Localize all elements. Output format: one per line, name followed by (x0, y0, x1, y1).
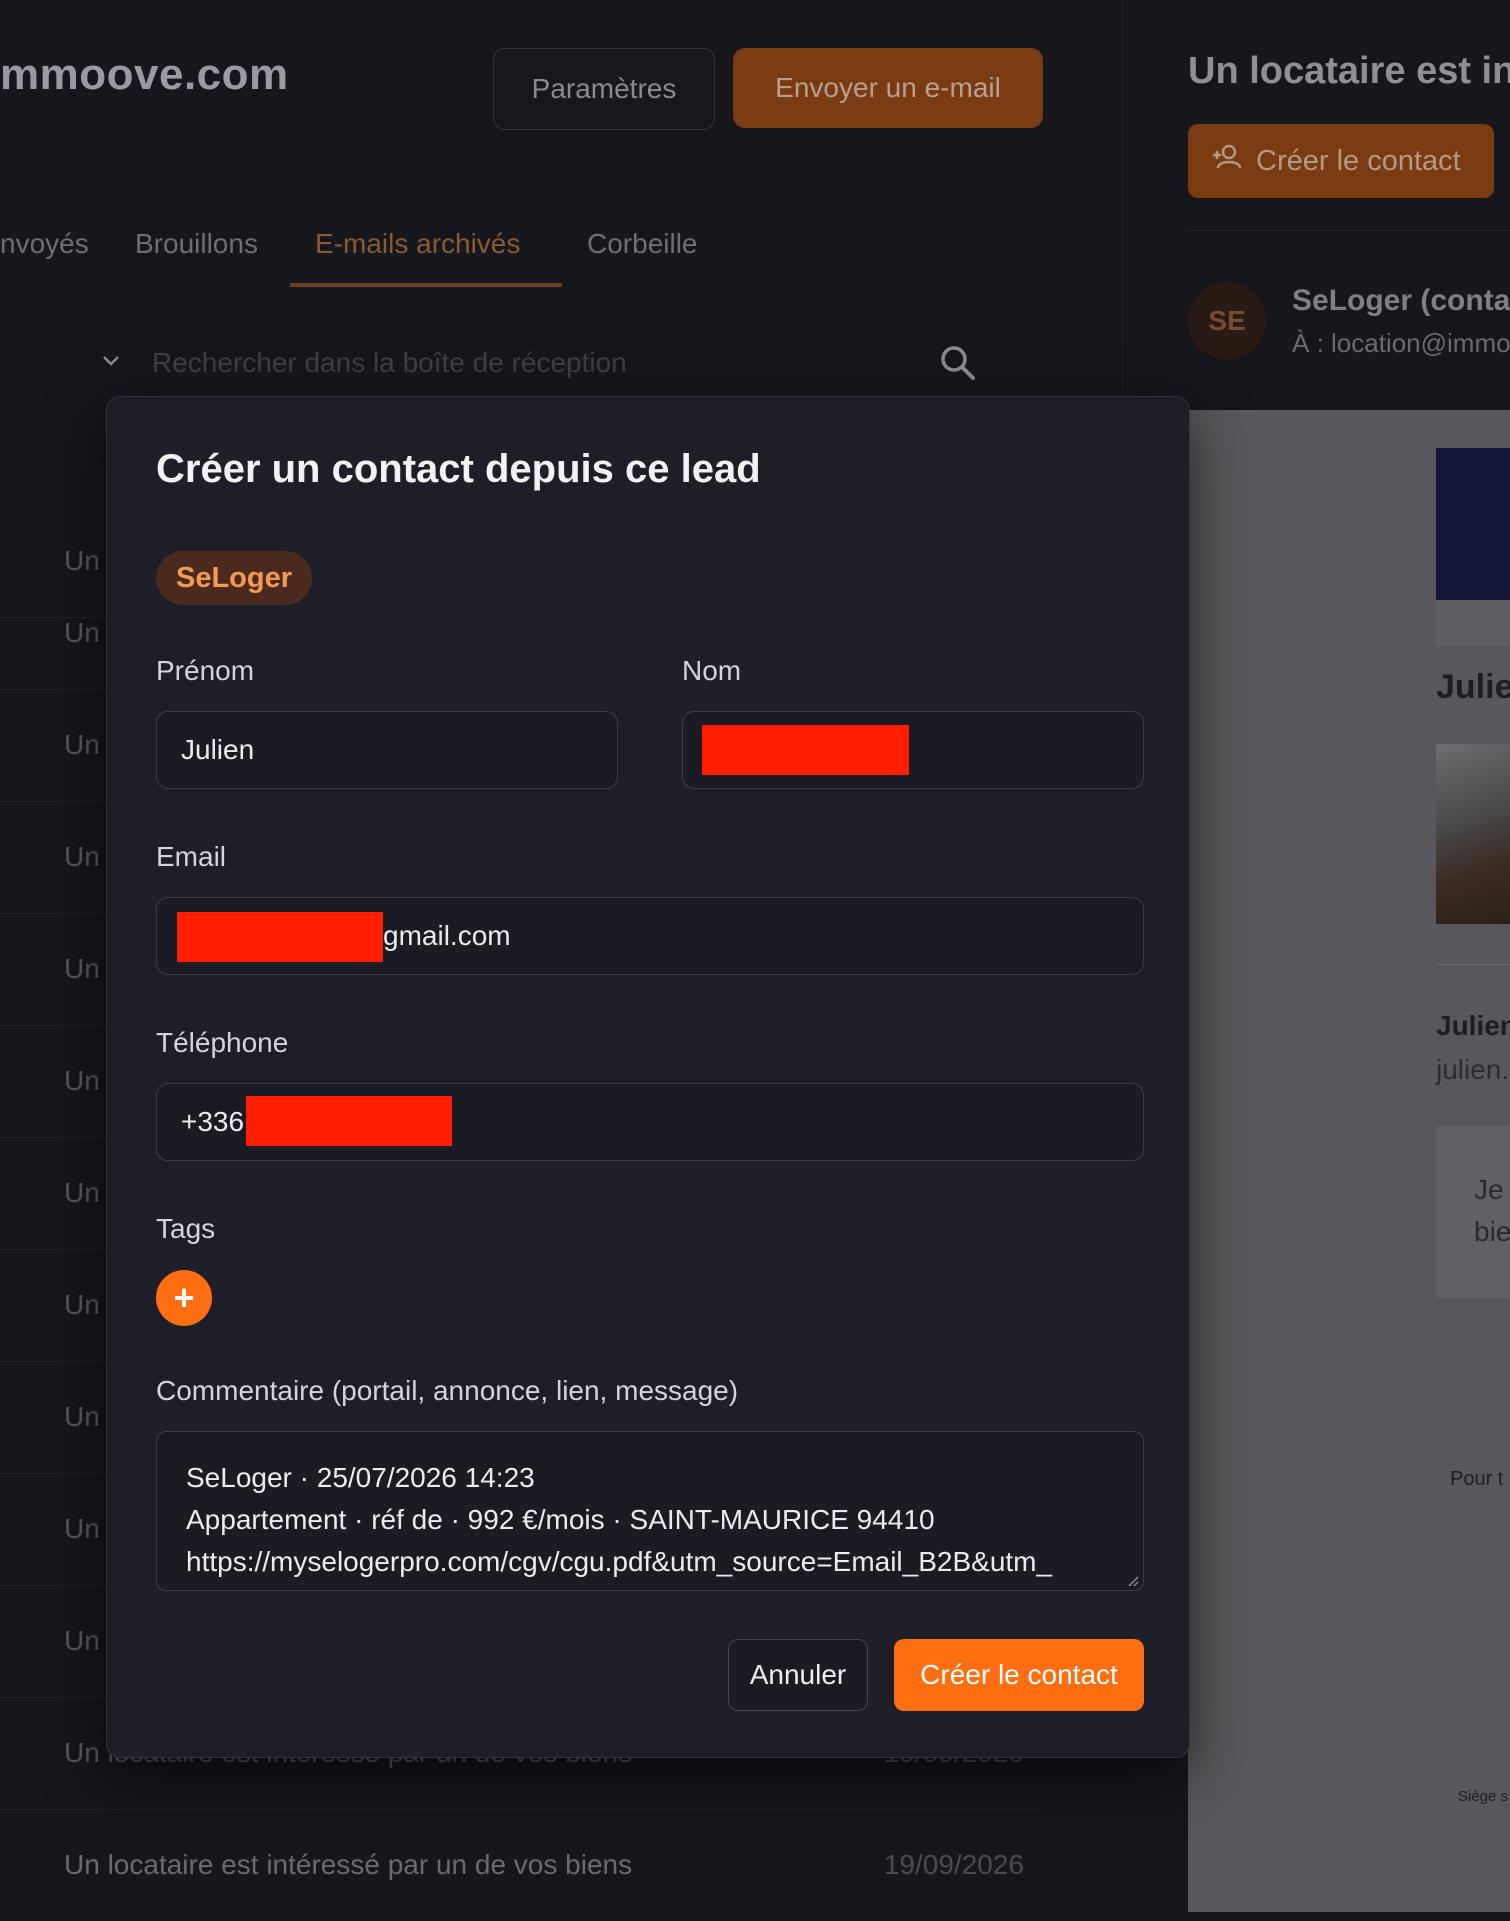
chevron-down-icon[interactable] (100, 349, 122, 378)
redaction-block (177, 912, 383, 962)
legal-text: Siège s (1458, 1788, 1509, 1805)
banner-strip (1436, 600, 1510, 646)
email-body: Julie Julien julien. Je bie Pour t Siège… (1188, 410, 1510, 1912)
create-contact-button[interactable]: Créer le contact (1188, 124, 1494, 198)
email-banner (1436, 448, 1510, 600)
search-input[interactable]: Rechercher dans la boîte de réception (152, 347, 627, 379)
redaction-block (246, 1096, 452, 1146)
phone-label: Téléphone (156, 1027, 289, 1058)
recipient-line: À : location@immoo (1292, 328, 1510, 358)
search-icon[interactable] (938, 343, 978, 388)
create-contact-label: Créer le contact (1256, 144, 1461, 177)
comment-label: Commentaire (portail, annonce, lien, mes… (156, 1375, 739, 1406)
avatar: SE (1188, 282, 1266, 360)
mail-tabs: nvoyés Brouillons E-mails archivés Corbe… (0, 220, 1050, 290)
last-name-label: Nom (682, 655, 742, 686)
comment-textarea[interactable]: SeLoger · 25/07/2026 14:23 Appartement ·… (156, 1431, 1144, 1591)
body-contact-name: Julien (1436, 1010, 1510, 1041)
email-field[interactable]: gmail.com (156, 897, 1144, 975)
email-subject-title: Un locataire est int (1188, 50, 1510, 92)
create-contact-submit-button[interactable]: Créer le contact (894, 1639, 1144, 1711)
tab-sent[interactable]: nvoyés (0, 228, 89, 260)
quote-text: Je (1474, 1174, 1504, 1205)
footer-text: Pour t (1450, 1468, 1504, 1490)
message-quote (1436, 1126, 1510, 1298)
last-name-field[interactable] (682, 711, 1144, 789)
resize-handle-icon[interactable] (1127, 1574, 1139, 1587)
cancel-button[interactable]: Annuler (728, 1639, 868, 1711)
tab-drafts[interactable]: Brouillons (135, 228, 258, 260)
tab-archived[interactable]: E-mails archivés (315, 228, 520, 260)
active-tab-underline (290, 283, 562, 287)
first-name-field[interactable]: Julien (156, 711, 618, 789)
quote-text: bie (1474, 1216, 1510, 1247)
phone-field[interactable]: +336 (156, 1083, 1144, 1161)
send-email-button[interactable]: Envoyer un e-mail (733, 48, 1043, 128)
first-name-value: Julien (181, 734, 255, 765)
redaction-block (702, 725, 909, 775)
first-name-label: Prénom (156, 655, 255, 686)
tab-trash[interactable]: Corbeille (587, 228, 698, 260)
body-heading: Julie (1436, 668, 1510, 706)
email-value: gmail.com (383, 920, 511, 951)
list-item[interactable]: Un locataire est intéressé par un de vos… (0, 1809, 1042, 1921)
pane-divider (1122, 0, 1123, 420)
comment-line: https://myselogerpro.com/cgv/cgu.pdf&utm… (186, 1546, 1053, 1577)
brand-name: mmoove.com (0, 50, 289, 99)
settings-button[interactable]: Paramètres (493, 48, 715, 130)
property-photo (1436, 744, 1510, 924)
search-bar: Rechercher dans la boîte de réception (100, 345, 980, 385)
sender-name: SeLoger (contac (1292, 284, 1510, 317)
body-contact-email[interactable]: julien. (1436, 1054, 1509, 1086)
email-label: Email (156, 841, 227, 872)
app-root: mmoove.com Paramètres Envoyer un e-mail … (0, 0, 1510, 1912)
add-user-icon (1212, 144, 1242, 178)
create-contact-modal: Créer un contact depuis ce lead SeLoger … (106, 396, 1190, 1758)
source-badge: SeLoger (156, 551, 313, 605)
add-tag-button[interactable]: + (156, 1270, 212, 1326)
comment-line: SeLoger · 25/07/2026 14:23 (186, 1462, 535, 1493)
comment-line: Appartement · réf de · 992 €/mois · SAIN… (186, 1504, 935, 1535)
divider (1436, 964, 1510, 965)
divider (1188, 230, 1510, 231)
modal-title: Créer un contact depuis ce lead (156, 447, 761, 491)
tags-label: Tags (156, 1213, 216, 1244)
phone-value: +336 (181, 1106, 245, 1137)
